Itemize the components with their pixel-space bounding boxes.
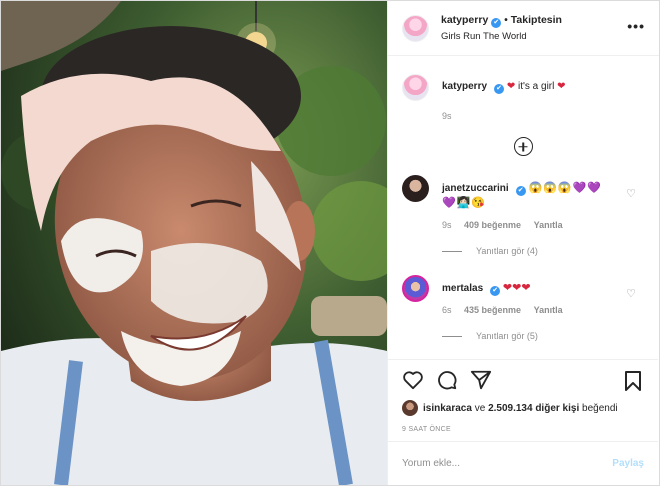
caption-avatar[interactable] — [402, 74, 429, 101]
comment-item: mertalas ✔ ❤❤❤ 6s 435 beğenme Yanıtla ♡ — [402, 275, 644, 317]
commenter-avatar[interactable] — [402, 275, 429, 302]
caption-text: it's a girl — [517, 81, 555, 92]
comment-time: 9s — [442, 220, 452, 230]
replies-divider — [442, 335, 462, 337]
view-replies[interactable]: Yanıtları gör (5) — [442, 331, 644, 341]
comment-like-heart-icon[interactable]: ♡ — [626, 187, 636, 200]
bookmark-icon[interactable] — [624, 370, 642, 392]
comment-time: 6s — [442, 305, 452, 315]
reply-button[interactable]: Yanıtla — [534, 305, 563, 315]
likes-connector: ve — [474, 402, 486, 414]
replies-divider — [442, 250, 462, 252]
liker-username[interactable]: isinkaraca — [423, 403, 472, 414]
comment-likes[interactable]: 409 beğenme — [464, 220, 521, 230]
comment-likes[interactable]: 435 beğenme — [464, 305, 521, 315]
view-replies-label: Yanıtları gör (5) — [476, 331, 538, 341]
separator-dot: • — [504, 15, 508, 26]
share-icon[interactable] — [470, 369, 492, 391]
likes-summary: isinkaraca ve 2.509.134 diğer kişi beğen… — [402, 400, 644, 416]
post-photo[interactable] — [1, 1, 387, 485]
comment-input[interactable]: Yorum ekle... — [402, 458, 612, 469]
likes-suffix: beğendi — [582, 402, 618, 414]
post-location[interactable]: Girls Run The World — [441, 31, 562, 42]
commenter-username[interactable]: janetzuccarini — [442, 183, 509, 194]
instagram-post: katyperry ✔ • Takiptesin Girls Run The Worl… — [0, 0, 660, 486]
view-replies-label: Yanıtları gör (4) — [476, 246, 538, 256]
caption-text-block: katyperry ✔ ❤ it's a girl ❤ — [442, 74, 566, 101]
comment-item: janetzuccarini ✔ 😱😱😱💜💜 💜👩🏻‍💻😘 9s 409 beğe… — [402, 175, 644, 232]
photo-illustration — [1, 1, 387, 485]
red-heart-icon: ❤ — [557, 81, 566, 92]
comment-text: ❤❤❤ — [502, 282, 531, 294]
verified-icon: ✔ — [491, 18, 502, 28]
follow-status[interactable]: Takiptesin — [511, 14, 562, 26]
post-timeago[interactable]: 9 SAAT ÖNCE — [402, 426, 644, 433]
post-header: katyperry ✔ • Takiptesin Girls Run The Worl… — [388, 1, 659, 56]
share-button[interactable]: Paylaş — [612, 458, 644, 469]
likes-count[interactable]: 2.509.134 diğer kişi — [488, 403, 579, 414]
comment-body: mertalas ✔ ❤❤❤ 6s 435 beğenme Yanıtla — [442, 275, 622, 317]
author-avatar[interactable] — [402, 14, 429, 42]
caption-username[interactable]: katyperry — [442, 81, 487, 92]
commenter-username[interactable]: mertalas — [442, 283, 483, 294]
comment-text-line2: 💜👩🏻‍💻😘 — [442, 197, 487, 209]
verified-icon: ✔ — [490, 286, 501, 296]
verified-icon: ✔ — [515, 186, 526, 196]
header-text: katyperry ✔ • Takiptesin Girls Run The Worl… — [441, 14, 562, 42]
comment-icon[interactable] — [436, 369, 458, 391]
comment-body: janetzuccarini ✔ 😱😱😱💜💜 💜👩🏻‍💻😘 9s 409 beğe… — [442, 175, 622, 232]
reply-button[interactable]: Yanıtla — [534, 220, 563, 230]
post-sidebar: katyperry ✔ • Takiptesin Girls Run The Worl… — [387, 1, 659, 485]
comment-meta: 6s 435 beğenme Yanıtla — [442, 303, 622, 317]
red-heart-icon: ❤ — [506, 81, 516, 92]
add-circle-icon[interactable] — [513, 137, 533, 156]
comment-text: 😱😱😱💜💜 — [528, 182, 602, 194]
author-username[interactable]: katyperry — [441, 14, 488, 26]
comments-section: katyperry ✔ ❤ it's a girl ❤ 9s janetzucca… — [388, 57, 658, 357]
action-icons — [402, 360, 644, 400]
more-icon[interactable]: ••• — [627, 19, 645, 33]
caption: katyperry ✔ ❤ it's a girl ❤ — [402, 57, 644, 101]
view-replies[interactable]: Yanıtları gör (4) — [442, 246, 644, 256]
add-comment-bar: Yorum ekle... Paylaş — [388, 441, 658, 485]
verified-icon: ✔ — [494, 84, 505, 94]
commenter-avatar[interactable] — [402, 175, 429, 202]
comment-like-heart-icon[interactable]: ♡ — [626, 287, 636, 300]
heart-icon[interactable] — [402, 370, 424, 390]
comment-meta: 9s 409 beğenme Yanıtla — [442, 218, 622, 232]
liker-avatar[interactable] — [402, 400, 418, 416]
caption-time: 9s — [442, 111, 452, 121]
